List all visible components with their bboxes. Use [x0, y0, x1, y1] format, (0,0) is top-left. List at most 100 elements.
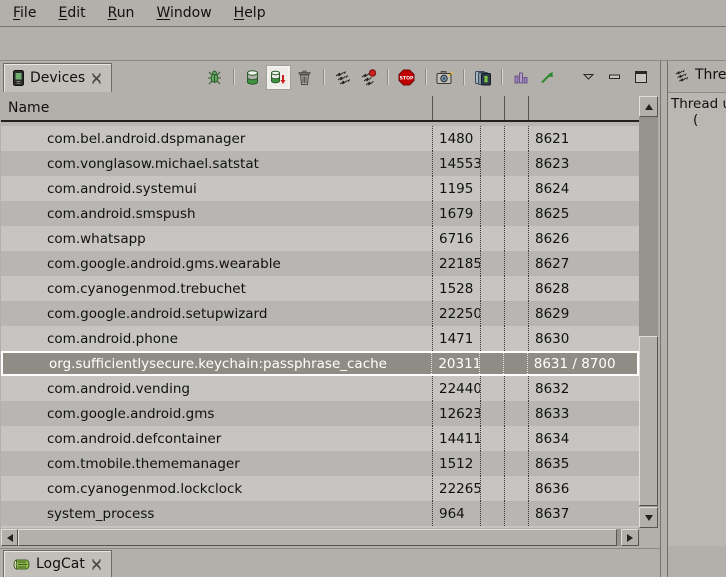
scroll-up-button[interactable] — [639, 96, 658, 117]
empty-cell — [504, 226, 528, 251]
update-threads-icon[interactable] — [333, 68, 352, 87]
column-header-empty[interactable] — [480, 96, 504, 120]
table-row[interactable]: com.bel.android.dspmanager 1480 8621 — [1, 126, 639, 151]
dump-hprof-icon[interactable] — [269, 68, 288, 87]
table-row[interactable]: com.cyanogenmod.lockclock 22265 8636 — [1, 476, 639, 501]
table-row[interactable]: com.android.vending 22440 8632 — [1, 376, 639, 401]
menu-item[interactable]: Edit — [47, 2, 96, 24]
empty-cell — [504, 426, 528, 451]
view-menu-icon[interactable] — [579, 68, 598, 87]
close-icon[interactable] — [91, 559, 102, 570]
empty-cell — [480, 426, 504, 451]
table-row[interactable]: com.android.systemui 1195 8624 — [1, 176, 639, 201]
table-row[interactable]: com.android.defcontainer 14411 8634 — [1, 426, 639, 451]
process-name-cell: org.sufficientlysecure.keychain:passphra… — [3, 353, 431, 374]
device-process-table-body: com.bel.android.dspmanager 1480 8621 com… — [1, 122, 639, 528]
empty-cell — [504, 326, 528, 351]
table-row[interactable]: com.android.smspush 1679 8625 — [1, 201, 639, 226]
process-pid-cell: 1195 — [432, 176, 480, 201]
threads-message-line1: Thread up — [668, 93, 726, 112]
menu-item[interactable]: Window — [145, 2, 222, 24]
process-port-cell: 8637 — [528, 501, 639, 526]
scrollbar-corner — [639, 529, 658, 546]
process-pid-cell: 14411 — [432, 426, 480, 451]
tab-logcat[interactable]: LogCat — [3, 550, 112, 577]
process-pid-cell: 12623 — [432, 401, 480, 426]
start-method-profiling-icon[interactable] — [359, 68, 378, 87]
empty-cell — [480, 301, 504, 326]
close-icon[interactable] — [91, 73, 102, 84]
table-row[interactable]: com.google.android.gms.wearable 22185 86… — [1, 251, 639, 276]
multi-screen-capture-icon[interactable] — [473, 68, 492, 87]
horizontal-scroll-thumb[interactable] — [18, 529, 617, 546]
empty-cell — [480, 501, 504, 526]
table-row[interactable]: com.whatsapp 6716 8626 — [1, 226, 639, 251]
process-pid-cell: 22265 — [432, 476, 480, 501]
process-port-cell: 8633 — [528, 401, 639, 426]
table-row[interactable]: com.android.phone 1471 8630 — [1, 326, 639, 351]
table-row[interactable]: com.vonglasow.michael.satstat 14553 8623 — [1, 151, 639, 176]
process-port-cell: 8632 — [528, 376, 639, 401]
process-name-cell: com.android.defcontainer — [1, 426, 432, 451]
vertical-scrollbar[interactable] — [639, 96, 658, 528]
threads-tab-label: Threads — [695, 67, 726, 83]
table-row[interactable]: system_process 964 8637 — [1, 501, 639, 526]
update-heap-icon[interactable] — [243, 68, 262, 87]
empty-cell — [504, 276, 528, 301]
menu-item[interactable]: Run — [97, 2, 146, 24]
screen-capture-icon[interactable] — [435, 68, 454, 87]
tab-threads[interactable]: Threads — [674, 67, 726, 83]
empty-cell — [480, 476, 504, 501]
empty-cell — [504, 401, 528, 426]
empty-cell — [504, 376, 528, 401]
table-row[interactable]: com.google.android.gms 12623 8633 — [1, 401, 639, 426]
process-port-cell: 8630 — [528, 326, 639, 351]
empty-cell — [504, 176, 528, 201]
process-port-cell: 8625 — [528, 201, 639, 226]
maximize-icon[interactable] — [631, 68, 650, 87]
process-pid-cell: 22440 — [432, 376, 480, 401]
table-row[interactable]: com.tmobile.thememanager 1512 8635 — [1, 451, 639, 476]
table-row[interactable]: com.google.android.setupwizard 22250 862… — [1, 301, 639, 326]
refresh-arrow-icon[interactable] — [537, 68, 556, 87]
empty-cell — [480, 326, 504, 351]
empty-cell — [504, 126, 528, 151]
column-header-port[interactable] — [528, 96, 639, 120]
column-header-name[interactable]: Name — [1, 96, 432, 120]
cause-gc-icon[interactable] — [295, 68, 314, 87]
stop-process-icon[interactable]: STOP — [397, 68, 416, 87]
process-name-cell: com.google.android.setupwizard — [1, 301, 432, 326]
process-port-cell: 8627 — [528, 251, 639, 276]
svg-text:STOP: STOP — [400, 75, 414, 81]
process-port-cell: 8626 — [528, 226, 639, 251]
tab-devices[interactable]: Devices — [3, 63, 112, 92]
process-name-cell: com.cyanogenmod.trebuchet — [1, 276, 432, 301]
empty-cell — [480, 276, 504, 301]
menu-item[interactable]: File — [2, 2, 47, 24]
menu-item[interactable]: Help — [223, 2, 277, 24]
minimize-icon[interactable] — [605, 68, 624, 87]
system-info-icon[interactable] — [511, 68, 530, 87]
horizontal-scrollbar[interactable] — [1, 529, 639, 546]
empty-cell — [504, 201, 528, 226]
column-header-empty[interactable] — [504, 96, 528, 120]
process-port-cell: 8634 — [528, 426, 639, 451]
scroll-down-button[interactable] — [639, 507, 658, 528]
table-row[interactable]: org.sufficientlysecure.keychain:passphra… — [1, 351, 639, 376]
process-port-cell: 8621 — [528, 126, 639, 151]
empty-cell — [503, 353, 527, 374]
scroll-right-button[interactable] — [621, 529, 639, 546]
process-name-cell: com.android.vending — [1, 376, 432, 401]
column-header-pid[interactable] — [432, 96, 480, 120]
vertical-scroll-thumb[interactable] — [639, 336, 658, 506]
empty-cell — [480, 126, 504, 151]
table-row[interactable]: com.cyanogenmod.trebuchet 1528 8628 — [1, 276, 639, 301]
toolbar-empty-area — [0, 28, 726, 60]
empty-cell — [480, 176, 504, 201]
scroll-left-button[interactable] — [1, 529, 18, 546]
phone-icon — [13, 70, 24, 86]
empty-cell — [480, 201, 504, 226]
toolbar-separator — [323, 69, 324, 85]
debug-process-icon[interactable] — [205, 68, 224, 87]
menu-bar: File Edit Run Window Help — [0, 0, 726, 27]
